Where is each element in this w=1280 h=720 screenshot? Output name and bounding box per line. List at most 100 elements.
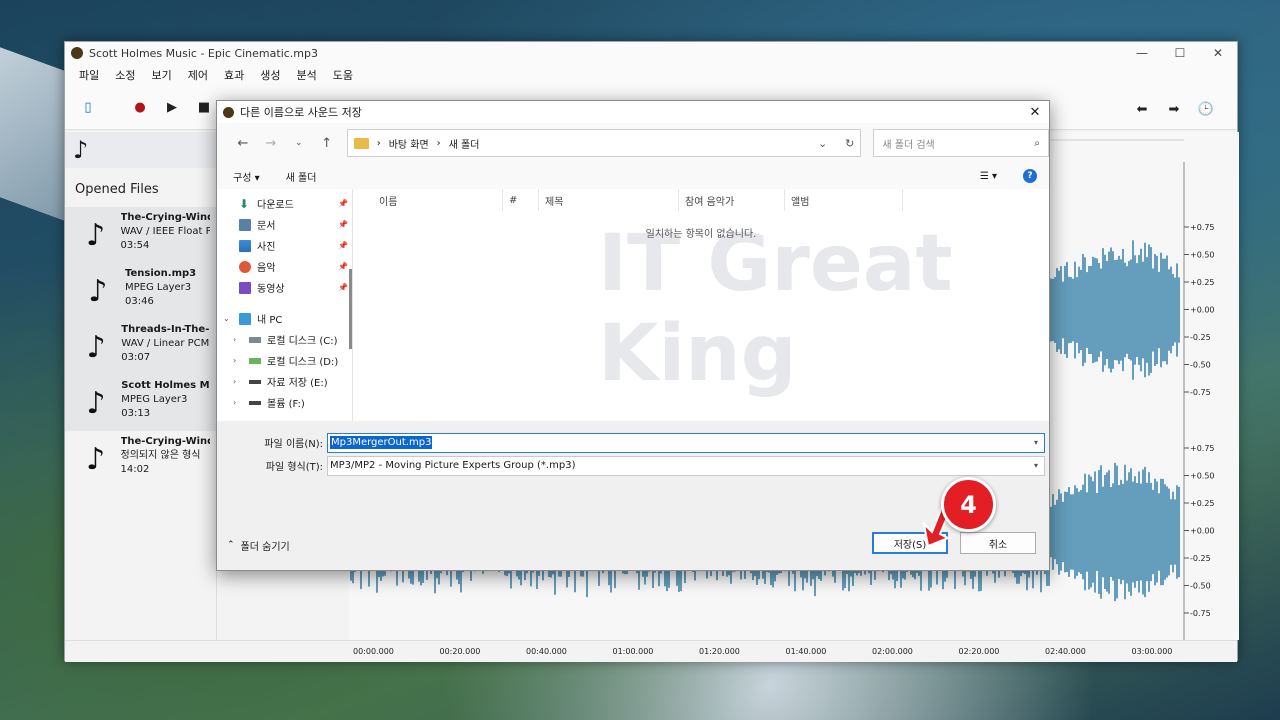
nav-item-label: 로컬 디스크 (D:) — [267, 357, 339, 368]
nav-item-documents[interactable]: 문서 📌 — [217, 214, 352, 235]
chevron-right-icon[interactable]: › — [233, 377, 243, 386]
status-bar: 00:00.000 00:20.000 00:40.000 01:00.000 01:2… — [65, 640, 1237, 662]
nav-item-music[interactable]: 음악 📌 — [217, 256, 352, 277]
new-folder-button[interactable]: 새 폴더 — [286, 169, 317, 184]
menu-help[interactable]: 도움 — [325, 67, 361, 83]
hide-folders-button[interactable]: ⌃ 폴더 숨기기 — [227, 538, 290, 553]
file-format: 정의되지 않은 형식 — [120, 450, 201, 461]
back-icon[interactable]: ⬅ — [1131, 98, 1153, 120]
sidebar-toggle-icon[interactable]: ▯ — [77, 97, 99, 119]
filename-field[interactable]: Mp3MergerOut.mp3 ▾ — [327, 432, 1045, 453]
chevron-up-icon: ⌃ — [227, 540, 235, 550]
nav-item-drive-d[interactable]: › 로컬 디스크 (D:) — [217, 350, 352, 371]
chevron-right-icon[interactable]: › — [233, 398, 243, 407]
music-note-icon: ♪ — [86, 217, 106, 253]
up-arrow-icon[interactable]: ↑ — [313, 136, 341, 151]
close-icon[interactable]: ✕ — [1199, 46, 1237, 60]
amplitude-label: -0.50 — [1190, 582, 1211, 591]
back-arrow-icon[interactable]: ← — [229, 136, 257, 151]
time-tick-label: 01:40.000 — [785, 647, 827, 656]
filetype-select[interactable]: MP3/MP2 - Moving Picture Experts Group (… — [327, 455, 1045, 476]
menu-edit[interactable]: 소정 — [107, 67, 143, 83]
file-format: WAV / Linear PCM — [121, 338, 210, 349]
refresh-icon[interactable]: ↻ — [845, 137, 854, 150]
music-note-icon: ♪ — [65, 132, 216, 168]
breadcrumb-separator: › — [436, 137, 441, 149]
chevron-down-icon[interactable]: ⌄ — [818, 137, 827, 150]
file-item[interactable]: ♪ The-Crying-Wind. 정의되지 않은 형식 14:02 — [65, 431, 216, 487]
record-icon[interactable]: ● — [129, 97, 151, 119]
search-placeholder: 새 폴더 검색 — [882, 139, 935, 151]
menu-file[interactable]: 파일 — [71, 67, 107, 83]
file-item[interactable]: ♪ The-Crying-Wind. WAV / IEEE Float P 03… — [65, 207, 216, 263]
file-duration: 03:46 — [125, 296, 154, 307]
amplitude-label: +0.75 — [1190, 223, 1215, 232]
chevron-down-icon[interactable]: ▾ — [1028, 461, 1044, 470]
forward-arrow-icon[interactable]: → — [257, 136, 285, 151]
nav-item-drive-c[interactable]: › 로컬 디스크 (C:) — [217, 329, 352, 350]
document-icon — [239, 218, 251, 231]
file-name: Threads-In-The-S — [121, 324, 210, 335]
list-header: 이름 # 제목 참여 음악가 앨범 — [353, 189, 1049, 211]
file-name: The-Crying-Wind. — [120, 212, 210, 223]
nav-item-drive-f[interactable]: › 볼륨 (F:) — [217, 392, 352, 413]
forward-icon[interactable]: ➡ — [1163, 98, 1185, 120]
file-item[interactable]: ♪ Threads-In-The-S WAV / Linear PCM 03:0… — [65, 319, 216, 375]
minimize-icon[interactable]: — — [1123, 46, 1161, 60]
music-note-icon: ♪ — [86, 385, 106, 421]
dialog-title: 다른 이름으로 사운드 저장 — [240, 106, 362, 119]
dialog-titlebar: 다른 이름으로 사운드 저장 ✕ — [217, 101, 1049, 123]
picture-icon — [239, 239, 251, 252]
scrollbar[interactable] — [349, 269, 352, 349]
amplitude-label: +0.50 — [1190, 251, 1215, 260]
breadcrumb-separator: › — [376, 137, 381, 149]
recent-locations-icon[interactable]: ⌄ — [285, 138, 313, 148]
column-name[interactable]: 이름 — [373, 189, 503, 211]
file-item[interactable]: ♪ Scott Holmes Mu MPEG Layer3 03:13 — [65, 375, 216, 431]
file-duration: 03:54 — [120, 240, 150, 251]
maximize-icon[interactable]: ☐ — [1161, 46, 1199, 60]
view-options-icon[interactable]: ☰ ▾ — [980, 171, 997, 182]
nav-item-pictures[interactable]: 사진 📌 — [217, 235, 352, 256]
file-item[interactable]: ♪ Tension.mp3 MPEG Layer3 03:46 — [65, 263, 216, 319]
nav-item-downloads[interactable]: ⬇ 다운로드 📌 — [217, 193, 352, 214]
column-title[interactable]: 제목 — [539, 189, 679, 211]
chevron-down-icon[interactable]: ⌄ — [223, 314, 233, 323]
chevron-down-icon[interactable]: ▾ — [1028, 438, 1044, 447]
amplitude-label: +0.75 — [1190, 444, 1215, 453]
organize-button[interactable]: 구성 ▾ — [233, 169, 260, 184]
app-logo-icon — [223, 106, 234, 118]
menu-effects[interactable]: 효과 — [216, 67, 252, 83]
music-note-icon: ♪ — [86, 441, 106, 477]
menu-control[interactable]: 제어 — [180, 67, 216, 83]
menu-view[interactable]: 보기 — [144, 67, 180, 83]
menu-analyze[interactable]: 분석 — [289, 67, 325, 83]
help-icon[interactable]: ? — [1023, 169, 1037, 183]
column-album[interactable]: 앨범 — [785, 189, 903, 211]
stop-icon[interactable]: ■ — [193, 97, 215, 119]
pin-icon: 📌 — [338, 283, 348, 292]
search-input[interactable]: 새 폴더 검색 ⌕ — [873, 129, 1049, 157]
chevron-right-icon[interactable]: › — [233, 356, 243, 365]
menu-generate[interactable]: 생성 — [252, 67, 288, 83]
address-bar[interactable]: › 바탕 화면 › 새 폴더 ⌄ ↻ — [346, 129, 862, 157]
breadcrumb-desktop[interactable]: 바탕 화면 — [389, 136, 429, 151]
time-tick-label: 00:00.000 — [353, 647, 394, 656]
file-browser: ⬇ 다운로드 📌 문서 📌 사진 📌 음악 📌 동영상 📌 ⌄ 내 PC › 로… — [217, 189, 1049, 421]
close-icon[interactable]: ✕ — [1021, 105, 1049, 120]
wallpaper-decoration — [0, 47, 70, 223]
breadcrumb-new-folder[interactable]: 새 폴더 — [449, 136, 480, 151]
amplitude-label: -0.25 — [1190, 333, 1211, 342]
history-icon[interactable]: 🕒 — [1195, 98, 1217, 120]
nav-item-videos[interactable]: 동영상 📌 — [217, 277, 352, 298]
column-number[interactable]: # — [503, 189, 539, 211]
chevron-right-icon[interactable]: › — [233, 335, 243, 344]
nav-item-this-pc[interactable]: ⌄ 내 PC — [217, 308, 352, 329]
music-note-icon: ♪ — [88, 273, 108, 309]
nav-item-label: 내 PC — [257, 315, 283, 326]
column-artist[interactable]: 참여 음악가 — [679, 189, 785, 211]
play-icon[interactable]: ▶ — [161, 97, 183, 119]
file-list[interactable]: IT Great King 이름 # 제목 참여 음악가 앨범 일치하는 항목이… — [353, 189, 1049, 421]
amplitude-label: +0.00 — [1190, 527, 1215, 536]
nav-item-drive-e[interactable]: › 자료 저장 (E:) — [217, 371, 352, 392]
